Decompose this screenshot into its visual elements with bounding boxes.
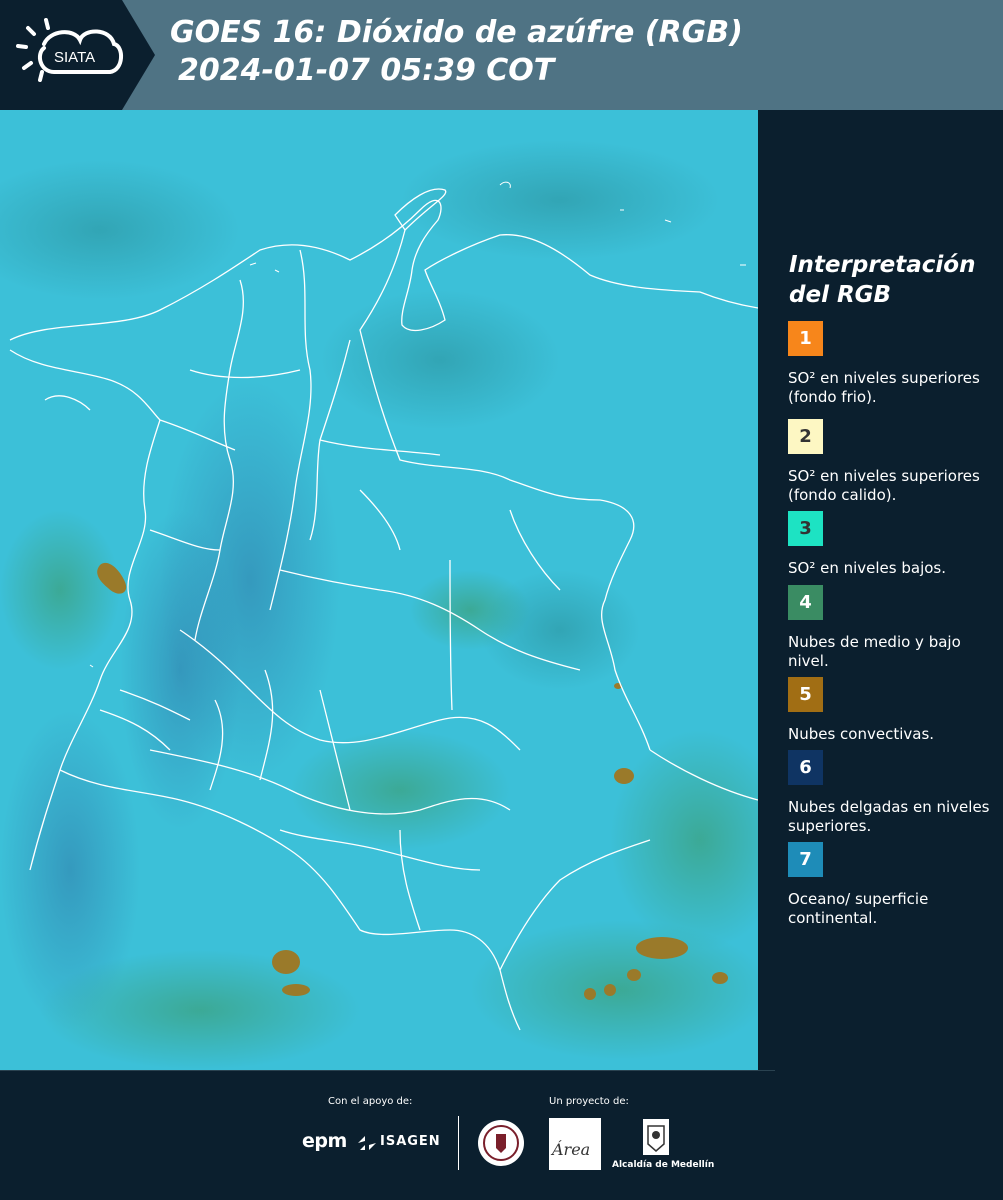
legend-item-3: 3 SO² en niveles bajos. [788, 511, 993, 578]
sun-cloud-icon: SIATA [16, 18, 123, 82]
isagen-mark-icon [358, 1136, 376, 1150]
legend-title: Interpretación del RGB [789, 250, 975, 310]
svg-text:SIATA: SIATA [54, 49, 95, 66]
map-canvas [0, 110, 758, 1070]
legend-label-3: SO² en niveles bajos. [788, 559, 947, 577]
isagen-logo: ISAGEN [380, 1134, 441, 1149]
siata-logo: SIATA [0, 0, 155, 110]
legend-swatch-5: 5 [788, 677, 823, 712]
legend-swatch-2: 2 [788, 419, 823, 454]
legend-label-6: Nubes delgadas en niveles superiores. [788, 798, 990, 835]
support-label: Con el apoyo de: [328, 1096, 413, 1107]
legend-swatch-4: 4 [788, 585, 823, 620]
epm-logo: epm [302, 1130, 347, 1152]
legend-item-4: 4 Nubes de medio y bajo nivel. [788, 585, 993, 671]
satellite-map[interactable] [0, 110, 758, 1070]
legend-swatch-1: 1 [788, 321, 823, 356]
legend-title-line1: Interpretación [789, 252, 976, 278]
footer: Con el apoyo de: Un proyecto de: epm ISA… [0, 1070, 1003, 1200]
legend-item-1: 1 SO² en niveles superiores (fondo frio)… [788, 321, 993, 407]
legend-swatch-7: 7 [788, 842, 823, 877]
legend-label-4: Nubes de medio y bajo nivel. [788, 633, 961, 670]
title-datetime: 2024-01-07 05:39 COT [178, 53, 555, 88]
footer-divider-line [0, 1070, 775, 1071]
alcaldia-label: Alcaldía de Medellín [612, 1160, 715, 1170]
medellin-seal-icon [478, 1120, 524, 1166]
project-label: Un proyecto de: [549, 1096, 629, 1107]
legend-item-7: 7 Oceano/ superficie continental. [788, 842, 993, 928]
legend-label-7: Oceano/ superficie continental. [788, 890, 929, 927]
legend-item-6: 6 Nubes delgadas en niveles superiores. [788, 750, 993, 836]
legend-swatch-3: 3 [788, 511, 823, 546]
title-product: GOES 16: Dióxido de azúfre (RGB) [170, 15, 743, 50]
legend-item-5: 5 Nubes convectivas. [788, 677, 993, 744]
legend-label-2: SO² en niveles superiores (fondo calido)… [788, 467, 980, 504]
logo-divider [458, 1116, 459, 1170]
legend-label-5: Nubes convectivas. [788, 725, 935, 743]
legend-label-1: SO² en niveles superiores (fondo frio). [788, 369, 980, 406]
legend-title-line2: del RGB [789, 282, 892, 308]
legend-swatch-6: 6 [788, 750, 823, 785]
header-bar: SIATA GOES 16: Dióxido de azúfre (RGB) 2… [0, 0, 1003, 110]
area-metropolitana-text: Área [552, 1140, 591, 1159]
legend-item-2: 2 SO² en niveles superiores (fondo calid… [788, 419, 993, 505]
page-title: GOES 16: Dióxido de azúfre (RGB) 2024-01… [170, 14, 743, 90]
alcaldia-seal-icon [643, 1119, 669, 1155]
legend-panel: Interpretación del RGB 1 SO² en niveles … [758, 110, 1003, 1070]
